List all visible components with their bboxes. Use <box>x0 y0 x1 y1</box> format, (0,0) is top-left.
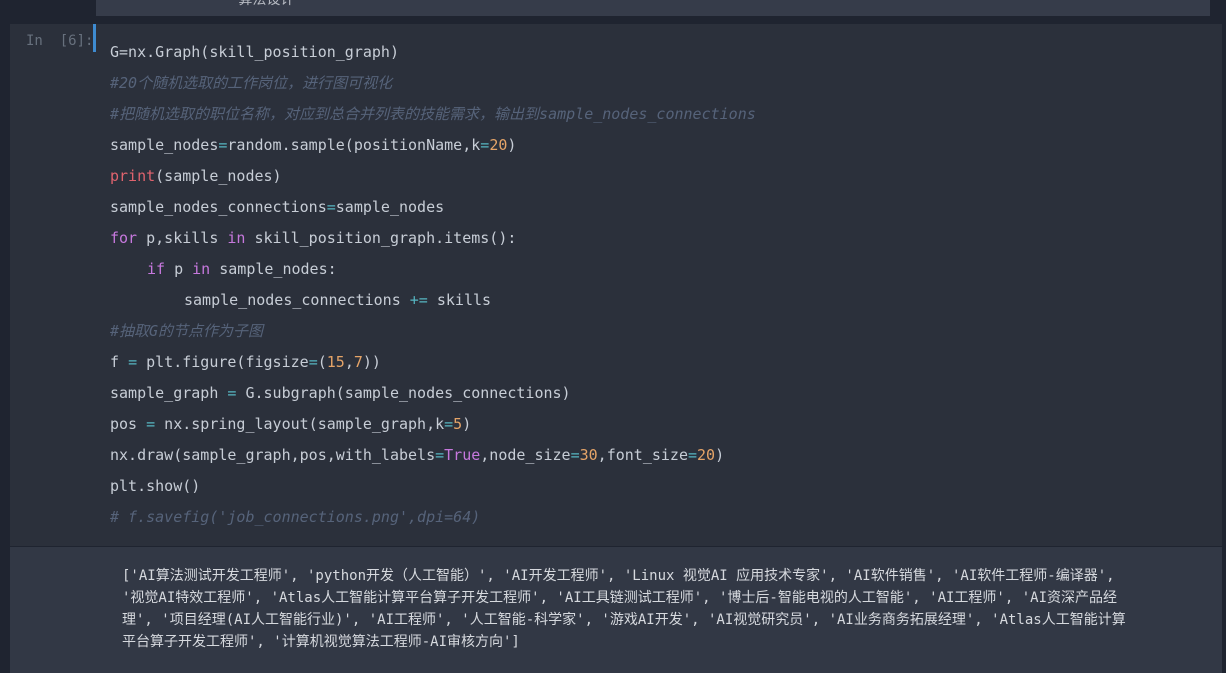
code-line: plt.show() <box>110 474 756 505</box>
code-line: for p,skills in skill_position_graph.ite… <box>110 226 756 257</box>
code-token: 15 <box>326 353 345 371</box>
output-line: ['AI算法测试开发工程师', 'python开发（人工智能）', 'AI开发工… <box>122 568 1115 584</box>
code-token: ,node_size <box>480 446 571 464</box>
code-token: = <box>326 198 336 216</box>
code-token: = <box>128 353 138 371</box>
code-token: = <box>444 415 454 433</box>
code-token: #抽取G的节点作为子图 <box>110 322 264 340</box>
code-token: p,skills <box>137 229 228 247</box>
code-token: ) <box>715 446 725 464</box>
code-line: sample_nodes_connections += skills <box>110 288 756 319</box>
code-token: for <box>110 229 138 247</box>
previous-cell-output: '算法设计' <box>96 0 1210 16</box>
code-line: sample_nodes =random.sample(positionName,… <box>110 133 756 164</box>
previous-cell-text: '算法设计' <box>230 0 303 8</box>
code-token: p <box>165 260 193 278</box>
code-token: #20个随机选取的工作岗位，进行图可视化 <box>110 74 393 92</box>
output-area: ['AI算法测试开发工程师', 'python开发（人工智能）', 'AI开发工… <box>10 547 1222 673</box>
code-token: sample_graph <box>110 384 228 402</box>
code-token: nx.draw(sample_graph,pos,with_labels <box>110 446 436 464</box>
code-token: True <box>444 446 481 464</box>
code-token: # f.savefig('job_connections.png',dpi=64… <box>110 508 481 526</box>
code-token: ( <box>317 353 327 371</box>
code-line: #抽取G的节点作为子图 <box>110 319 756 350</box>
output-text: ['AI算法测试开发工程师', 'python开发（人工智能）', 'AI开发工… <box>122 565 1207 653</box>
code-token: = <box>480 136 490 154</box>
code-token: += <box>409 291 428 309</box>
code-token: = <box>146 415 156 433</box>
output-line: 平台算子开发工程师', '计算机视觉算法工程师-AI审核方向'] <box>122 634 520 650</box>
code-token: = <box>687 446 698 464</box>
code-token: sample_nodes <box>335 198 445 216</box>
code-token: = <box>308 353 318 371</box>
code-token: 7 <box>353 353 363 371</box>
cell-selection-indicator <box>93 24 96 52</box>
code-token: = <box>570 446 580 464</box>
code-token: 5 <box>453 415 463 433</box>
code-token: pos <box>110 415 147 433</box>
output-line: 理', '项目经理(AI人工智能行业)', 'AI工程师', '人工智能-科学家… <box>122 612 1126 628</box>
code-token: f <box>110 353 129 371</box>
code-token: plt.figure(figsize <box>137 353 309 371</box>
code-line: #把随机选取的职位名称，对应到总合并列表的技能需求，输出到sample_node… <box>110 102 756 133</box>
code-token: #把随机选取的职位名称，对应到总合并列表的技能需求，输出到sample_node… <box>110 105 756 123</box>
code-line: sample_graph = G.subgraph(sample_nodes_c… <box>110 381 756 412</box>
code-token: skill_position_graph.items(): <box>245 229 517 247</box>
code-token: sample_nodes <box>110 136 219 154</box>
code-editor[interactable]: G=nx.Graph(skill_position_graph) #20个随机选取… <box>110 40 756 536</box>
code-line: sample_nodes_connections=sample_nodes <box>110 195 756 226</box>
output-line: '视觉AI特效工程师', 'Atlas人工智能计算平台算子开发工程师', 'AI… <box>122 590 1118 606</box>
code-token: sample_nodes_connections <box>110 198 327 216</box>
cell-prompt: In [6]: <box>26 33 94 49</box>
code-token: sample_nodes: <box>210 260 337 278</box>
code-line: print(sample_nodes) <box>110 164 756 195</box>
code-line: f = plt.figure(figsize=(15,7)) <box>110 350 756 381</box>
code-token: 20 <box>697 446 716 464</box>
code-token: G=nx.Graph(skill_position_graph) <box>110 43 399 61</box>
code-token: if <box>147 260 166 278</box>
code-token: 20 <box>489 136 508 154</box>
code-line: G=nx.Graph(skill_position_graph) <box>110 40 756 71</box>
code-token: )) <box>362 353 381 371</box>
code-token: , <box>344 353 354 371</box>
code-line: # f.savefig('job_connections.png',dpi=64… <box>110 505 756 536</box>
code-line: nx.draw(sample_graph,pos,with_labels=Tru… <box>110 443 756 474</box>
code-token: in <box>227 229 246 247</box>
code-token: sample_nodes_connections <box>184 291 410 309</box>
code-token: ) <box>507 136 517 154</box>
code-line: if p in sample_nodes: <box>110 257 756 288</box>
code-token: random.sample(positionName,k <box>227 136 481 154</box>
code-token: print <box>110 167 156 185</box>
code-token: in <box>192 260 211 278</box>
code-token: (sample_nodes) <box>155 167 282 185</box>
code-token: 30 <box>579 446 598 464</box>
code-token: nx.spring_layout(sample_graph,k <box>155 415 445 433</box>
code-line: pos = nx.spring_layout(sample_graph,k=5) <box>110 412 756 443</box>
code-token: = <box>435 446 445 464</box>
code-token: ) <box>462 415 472 433</box>
code-token: G.subgraph(sample_nodes_connections) <box>236 384 571 402</box>
code-line: #20个随机选取的工作岗位，进行图可视化 <box>110 71 756 102</box>
code-token: skills <box>427 291 492 309</box>
code-token: plt.show() <box>110 477 201 495</box>
code-token: ,font_size <box>597 446 688 464</box>
